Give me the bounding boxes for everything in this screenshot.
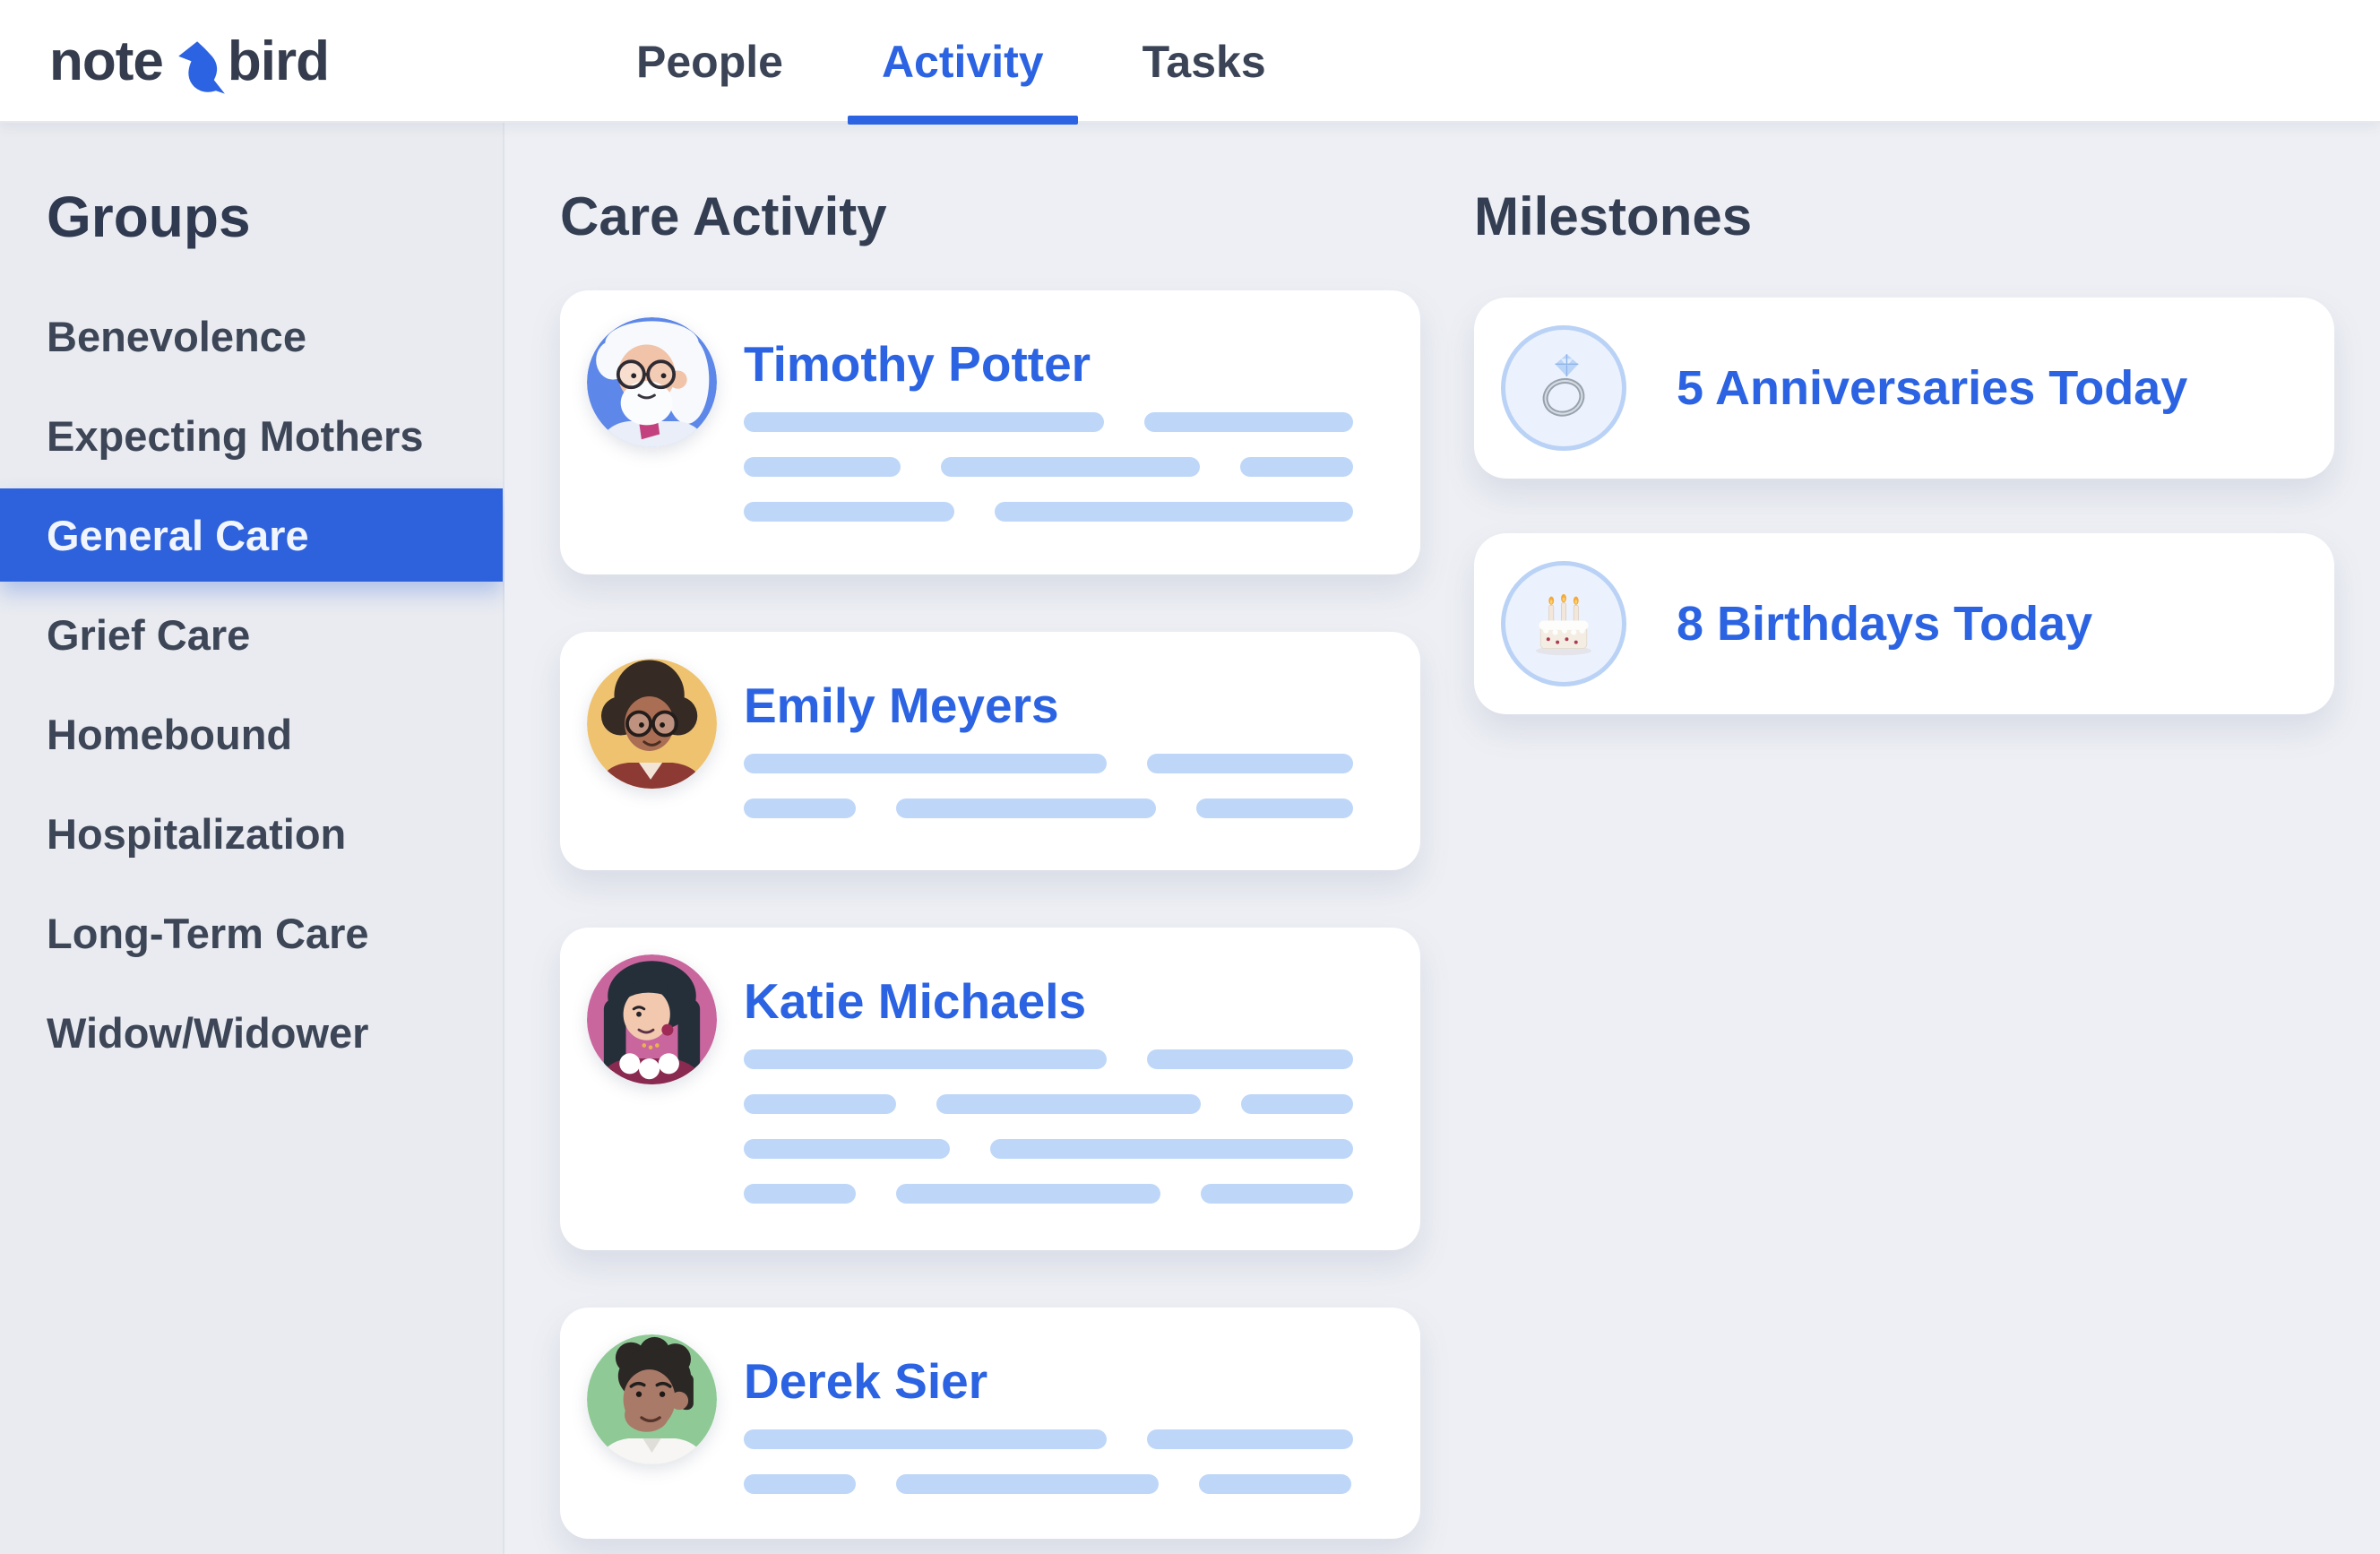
placeholder-bar xyxy=(1241,1094,1353,1114)
sidebar-item-widow-widower[interactable]: Widow/Widower xyxy=(0,986,503,1079)
placeholder-bar xyxy=(1199,1474,1351,1494)
groups-sidebar: Groups Benevolence Expecting Mothers Gen… xyxy=(0,123,504,1554)
placeholder-bar xyxy=(936,1094,1201,1114)
card-content: Katie Michaels xyxy=(744,928,1353,1204)
bird-icon xyxy=(167,36,226,100)
placeholder-text-lines xyxy=(744,1429,1353,1494)
sidebar-item-expecting-mothers[interactable]: Expecting Mothers xyxy=(0,389,503,482)
main-nav: People Activity Tasks xyxy=(602,0,1300,123)
person-name-link[interactable]: Emily Meyers xyxy=(744,676,1353,735)
milestone-card-anniversaries[interactable]: 5 Anniversaries Today xyxy=(1474,298,2334,479)
cake-icon xyxy=(1525,585,1602,662)
avatar-emily-meyers xyxy=(587,659,717,789)
person-name-link[interactable]: Timothy Potter xyxy=(744,334,1353,393)
placeholder-bar xyxy=(744,412,1104,432)
placeholder-text-lines xyxy=(744,412,1353,522)
placeholder-bar-row xyxy=(744,1049,1353,1069)
card-content: Timothy Potter xyxy=(744,290,1353,522)
placeholder-bar xyxy=(1201,1184,1353,1204)
care-activity-card-derek-sier[interactable]: Derek Sier xyxy=(560,1308,1420,1539)
groups-list: Benevolence Expecting Mothers General Ca… xyxy=(0,289,503,1079)
placeholder-bar xyxy=(744,1474,856,1494)
placeholder-text-lines xyxy=(744,1049,1353,1204)
placeholder-bar xyxy=(1147,1429,1353,1449)
placeholder-bar-row xyxy=(744,1139,1353,1159)
sidebar-item-long-term-care[interactable]: Long-Term Care xyxy=(0,886,503,980)
placeholder-bar xyxy=(744,502,954,522)
tab-activity[interactable]: Activity xyxy=(848,0,1078,123)
tab-tasks-label: Tasks xyxy=(1143,36,1266,88)
placeholder-bar xyxy=(744,754,1107,773)
placeholder-bar xyxy=(744,1094,896,1114)
main-area: Care Activity xyxy=(504,123,2380,1554)
milestone-label-birthdays: 8 Birthdays Today xyxy=(1677,596,2092,652)
sidebar-item-grief-care[interactable]: Grief Care xyxy=(0,588,503,681)
placeholder-bar-row xyxy=(744,1429,1353,1449)
placeholder-bar xyxy=(744,1049,1107,1069)
card-content: Emily Meyers xyxy=(744,632,1353,818)
placeholder-bar xyxy=(744,1184,856,1204)
avatar-katie-michaels xyxy=(587,954,717,1084)
milestones-column: Milestones 5 Anniversaries Today xyxy=(1474,186,2334,247)
placeholder-bar xyxy=(1147,1049,1353,1069)
app-header: note bird People Activity Tasks xyxy=(0,0,2380,123)
placeholder-bar xyxy=(1196,799,1353,818)
milestone-label-anniversaries: 5 Anniversaries Today xyxy=(1677,360,2187,416)
placeholder-bar xyxy=(896,1184,1160,1204)
groups-heading: Groups xyxy=(47,184,503,250)
milestone-icon-circle xyxy=(1501,325,1626,451)
milestone-card-birthdays[interactable]: 8 Birthdays Today xyxy=(1474,533,2334,714)
placeholder-bar xyxy=(990,1139,1353,1159)
care-activity-card-katie-michaels[interactable]: Katie Michaels xyxy=(560,928,1420,1250)
tab-active-underline xyxy=(848,116,1078,125)
ring-icon xyxy=(1525,350,1602,427)
tab-people[interactable]: People xyxy=(602,0,817,123)
placeholder-bar-row xyxy=(744,1184,1353,1204)
care-activity-card-timothy-potter[interactable]: Timothy Potter xyxy=(560,290,1420,574)
placeholder-bar xyxy=(995,502,1353,522)
logo-text-note: note xyxy=(49,30,163,93)
placeholder-bar xyxy=(896,1474,1158,1494)
avatar-derek-sier xyxy=(587,1334,717,1464)
placeholder-bar-row xyxy=(744,1474,1353,1494)
sidebar-item-homebound[interactable]: Homebound xyxy=(0,687,503,781)
care-activity-heading: Care Activity xyxy=(560,186,1420,247)
placeholder-bar xyxy=(744,1429,1107,1449)
placeholder-bar xyxy=(1240,457,1352,477)
tab-tasks[interactable]: Tasks xyxy=(1108,0,1300,123)
placeholder-bar-row xyxy=(744,412,1353,432)
placeholder-bar-row xyxy=(744,502,1353,522)
sidebar-item-benevolence[interactable]: Benevolence xyxy=(0,289,503,383)
logo-text-bird: bird xyxy=(228,30,329,93)
milestone-icon-circle xyxy=(1501,561,1626,686)
placeholder-bar xyxy=(1144,412,1353,432)
card-content: Derek Sier xyxy=(744,1308,1353,1494)
care-activity-card-emily-meyers[interactable]: Emily Meyers xyxy=(560,632,1420,870)
avatar-timothy-potter xyxy=(587,317,717,447)
placeholder-bar-row xyxy=(744,754,1353,773)
care-activity-column: Care Activity xyxy=(560,186,1420,1539)
placeholder-bar xyxy=(744,799,856,818)
tab-people-label: People xyxy=(636,36,783,88)
placeholder-bar xyxy=(744,1139,950,1159)
person-name-link[interactable]: Katie Michaels xyxy=(744,971,1353,1031)
placeholder-text-lines xyxy=(744,754,1353,818)
sidebar-item-hospitalization[interactable]: Hospitalization xyxy=(0,787,503,880)
sidebar-item-general-care[interactable]: General Care xyxy=(0,488,503,582)
placeholder-bar xyxy=(744,457,901,477)
placeholder-bar xyxy=(1147,754,1353,773)
placeholder-bar xyxy=(896,799,1156,818)
tab-activity-label: Activity xyxy=(882,36,1044,88)
placeholder-bar-row xyxy=(744,799,1353,818)
placeholder-bar xyxy=(941,457,1201,477)
notebird-logo[interactable]: note bird xyxy=(49,0,329,123)
placeholder-bar-row xyxy=(744,1094,1353,1114)
milestones-heading: Milestones xyxy=(1474,186,2334,247)
placeholder-bar-row xyxy=(744,457,1353,477)
person-name-link[interactable]: Derek Sier xyxy=(744,1351,1353,1411)
